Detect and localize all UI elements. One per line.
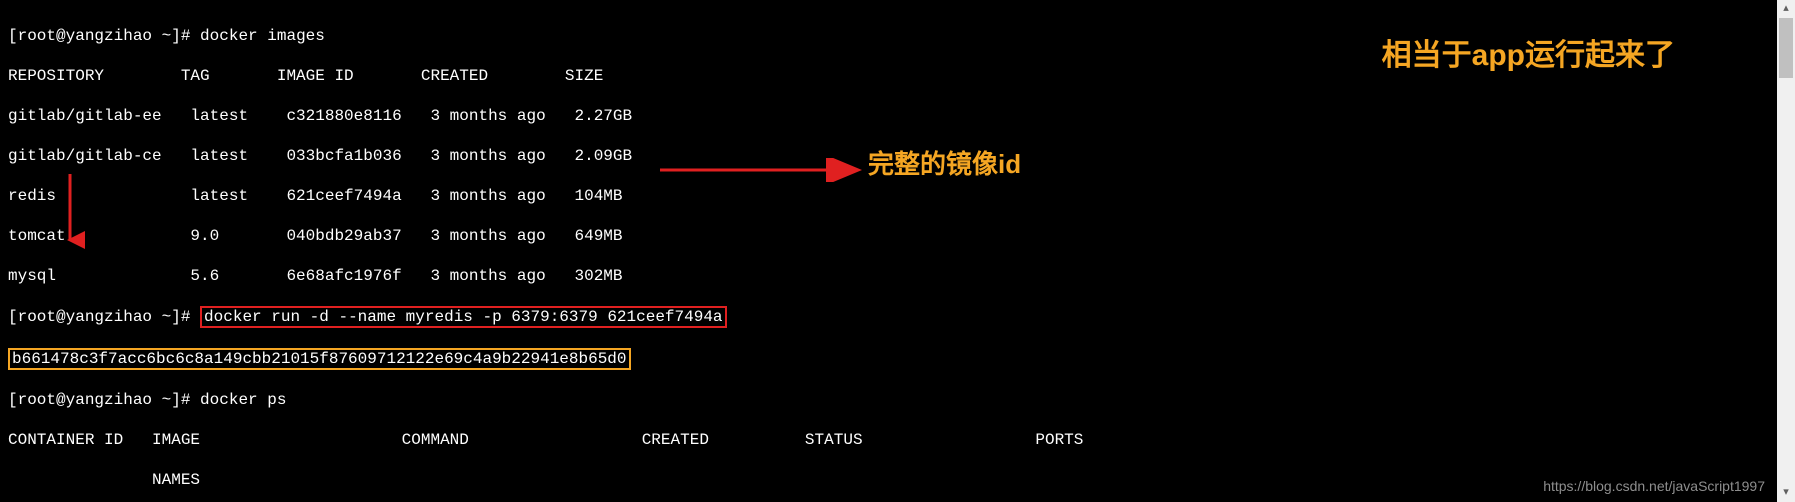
ps-header-names: NAMES (8, 470, 1787, 490)
images-row: tomcat 9.0 040bdb29ab37 3 months ago 649… (8, 226, 1787, 246)
shell-prompt: [root@yangzihao ~]# (8, 391, 190, 409)
highlight-full-container-id: b661478c3f7acc6bc6c8a149cbb21015f8760971… (8, 348, 631, 370)
images-row: gitlab/gitlab-ee latest c321880e8116 3 m… (8, 106, 1787, 126)
watermark-text: https://blog.csdn.net/javaScript1997 (1543, 476, 1765, 496)
command-docker-run: docker run -d --name myredis -p 6379:637… (204, 308, 722, 326)
annotation-full-image-id: 完整的镜像id (868, 154, 1021, 174)
scroll-thumb[interactable] (1779, 18, 1793, 78)
images-row: mysql 5.6 6e68afc1976f 3 months ago 302M… (8, 266, 1787, 286)
ps-header: CONTAINER ID IMAGE COMMAND CREATED STATU… (8, 430, 1787, 450)
annotation-app-running: 相当于app运行起来了 (1382, 46, 1675, 66)
highlight-docker-run: docker run -d --name myredis -p 6379:637… (200, 306, 726, 328)
shell-prompt: [root@yangzihao ~]# (8, 308, 190, 326)
images-row: redis latest 621ceef7494a 3 months ago 1… (8, 186, 1787, 206)
full-container-id: b661478c3f7acc6bc6c8a149cbb21015f8760971… (12, 350, 627, 368)
vertical-scrollbar[interactable]: ▴ ▾ (1777, 0, 1795, 502)
shell-prompt: [root@yangzihao ~]# (8, 27, 190, 45)
command-docker-ps: docker ps (200, 391, 286, 409)
terminal-output[interactable]: [root@yangzihao ~]# docker images REPOSI… (0, 0, 1795, 502)
scroll-up-button[interactable]: ▴ (1777, 0, 1795, 18)
scroll-down-button[interactable]: ▾ (1777, 484, 1795, 502)
command-docker-images: docker images (200, 27, 325, 45)
